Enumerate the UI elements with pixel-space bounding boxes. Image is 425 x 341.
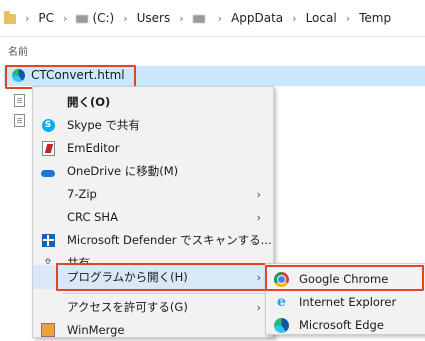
submenu-item-internet-explorer[interactable]: e Internet Explorer	[266, 291, 425, 313]
breadcrumb-appdata[interactable]: AppData	[231, 11, 283, 25]
breadcrumb-temp[interactable]: Temp	[359, 11, 391, 25]
redacted-mark	[192, 14, 205, 23]
internet-explorer-icon: e	[277, 293, 286, 310]
chevron-right-icon: ›	[292, 11, 297, 25]
menu-item-crc-sha[interactable]: CRC SHA ›	[33, 206, 273, 228]
chevron-right-icon: ›	[217, 11, 223, 25]
submenu-item-microsoft-edge[interactable]: Microsoft Edge	[266, 314, 425, 336]
menu-separator	[63, 293, 269, 294]
redacted-mark	[76, 14, 89, 23]
menu-item-skype-share[interactable]: S Skype で共有	[33, 114, 273, 136]
file-name[interactable]: CTConvert.html	[31, 68, 125, 82]
breadcrumb-users[interactable]: Users	[137, 11, 171, 25]
chevron-right-icon: ›	[256, 187, 261, 201]
menu-item-winmerge[interactable]: WinMerge	[33, 319, 273, 341]
address-bar[interactable]: › PC › (C:) › Users › › AppData › Local …	[0, 0, 425, 37]
chevron-right-icon: ›	[123, 11, 128, 25]
skype-icon: S	[41, 118, 55, 132]
menu-item-onedrive[interactable]: OneDrive に移動(M)	[33, 160, 273, 182]
menu-item-7zip[interactable]: 7-Zip ›	[33, 183, 273, 205]
menu-item-defender-scan[interactable]: Microsoft Defender でスキャンする...	[33, 229, 273, 251]
menu-item-grant-access[interactable]: アクセスを許可する(G) ›	[33, 296, 273, 318]
breadcrumb-local[interactable]: Local	[306, 11, 337, 25]
chevron-right-icon: ›	[25, 11, 30, 25]
open-with-highlight-box	[56, 263, 267, 291]
chevron-right-icon: ›	[256, 300, 261, 314]
edge-html-file-icon	[12, 69, 25, 82]
menu-item-open[interactable]: 開く(O)	[33, 91, 273, 113]
breadcrumb-username[interactable]	[192, 11, 209, 25]
winmerge-icon	[41, 323, 55, 337]
column-header-name[interactable]: 名前	[8, 43, 28, 58]
chevron-right-icon: ›	[345, 11, 351, 25]
context-menu: 開く(O) S Skype で共有 EmEditor OneDrive に移動(…	[32, 86, 274, 338]
microsoft-edge-icon	[274, 317, 289, 333]
file-icon[interactable]	[14, 114, 25, 127]
chevron-right-icon: ›	[179, 11, 184, 25]
chevron-right-icon: ›	[63, 11, 68, 25]
menu-item-emeditor[interactable]: EmEditor	[33, 137, 273, 159]
file-icon[interactable]	[14, 94, 25, 107]
chevron-right-icon: ›	[256, 210, 261, 224]
breadcrumb-drive[interactable]: (C:)	[76, 11, 114, 25]
defender-shield-icon	[41, 233, 55, 247]
emeditor-icon	[41, 140, 55, 156]
chrome-highlight-box	[265, 265, 424, 291]
breadcrumb-pc[interactable]: PC	[38, 11, 54, 25]
folder-icon	[4, 11, 16, 24]
cloud-icon	[41, 164, 55, 178]
